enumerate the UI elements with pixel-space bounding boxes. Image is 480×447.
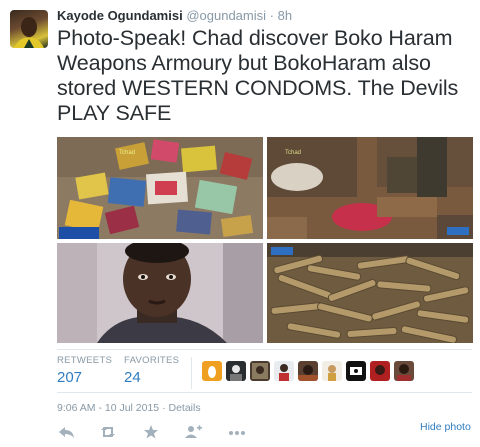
favoriter-avatar[interactable] xyxy=(274,361,294,381)
tweet-header: Kayode Ogundamisi @ogundamisi · 8h xyxy=(57,8,292,23)
details-link[interactable]: Details xyxy=(169,402,201,414)
tweet-text: Photo-Speak! Chad discover Boko Haram We… xyxy=(57,26,459,125)
relative-time[interactable]: 8h xyxy=(278,8,292,23)
favoriter-avatar[interactable] xyxy=(394,361,414,381)
author-handle[interactable]: @ogundamisi xyxy=(186,8,266,23)
author-name[interactable]: Kayode Ogundamisi xyxy=(57,8,183,23)
photo-ammunition-pile[interactable] xyxy=(267,243,473,343)
favoriter-avatar[interactable] xyxy=(346,361,366,381)
retweets-stat[interactable]: RETWEETS 207 xyxy=(57,355,112,386)
retweets-count: 207 xyxy=(57,369,83,386)
favoriter-avatar[interactable] xyxy=(250,361,270,381)
photo-watermark: Tchad xyxy=(119,150,136,156)
favorites-stat[interactable]: FAVORITES 24 xyxy=(124,355,179,386)
tweet-datetime: 9:06 AM - 10 Jul 2015 xyxy=(57,402,160,414)
favoriter-avatar[interactable] xyxy=(322,361,342,381)
tweet-actions xyxy=(57,422,480,442)
stats-top-divider xyxy=(57,349,472,350)
retweets-label: RETWEETS xyxy=(57,355,113,366)
photo-condom-packets[interactable]: Tchad xyxy=(57,137,263,239)
date-separator: · xyxy=(162,402,166,414)
photo-packets-on-ground[interactable]: Tchad xyxy=(267,137,473,239)
favorites-count: 24 xyxy=(124,369,141,386)
tweet-date: 9:06 AM - 10 Jul 2015 · Details xyxy=(57,402,201,414)
hide-photo-link[interactable]: Hide photo xyxy=(420,421,471,433)
reply-icon[interactable] xyxy=(57,422,77,442)
retweet-icon[interactable] xyxy=(98,422,118,442)
favoriter-avatar[interactable] xyxy=(202,361,222,381)
tv-logo xyxy=(447,227,469,235)
follow-icon[interactable] xyxy=(183,422,203,442)
author-avatar[interactable] xyxy=(10,10,48,48)
avatar-image xyxy=(14,17,44,48)
ammunition-pile-photo-icon xyxy=(267,243,473,343)
photo-watermark: Tchad xyxy=(285,150,302,156)
tv-logo xyxy=(271,247,293,255)
stats-separator xyxy=(191,357,192,389)
more-icon[interactable] xyxy=(227,422,247,442)
favoriter-avatar[interactable] xyxy=(370,361,390,381)
favorites-label: FAVORITES xyxy=(124,355,180,366)
time-separator: · xyxy=(269,8,274,23)
stats-bottom-divider xyxy=(57,392,472,393)
favoriter-avatar[interactable] xyxy=(226,361,246,381)
man-portrait-photo-icon xyxy=(57,243,263,343)
condom-packets-photo-icon xyxy=(57,137,263,239)
photo-man-portrait[interactable] xyxy=(57,243,263,343)
favoriter-avatar[interactable] xyxy=(298,361,318,381)
star-icon[interactable] xyxy=(141,422,161,442)
